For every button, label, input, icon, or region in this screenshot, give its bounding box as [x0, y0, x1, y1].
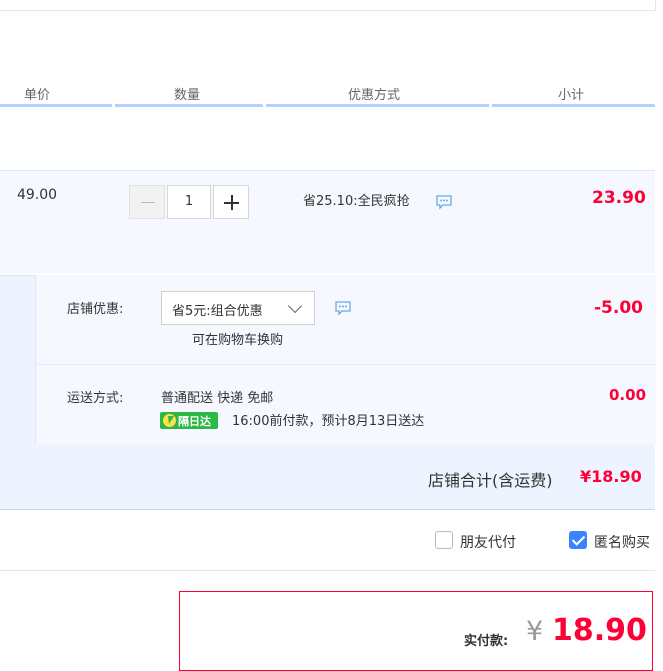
top-panel-edge [0, 0, 656, 11]
payment-amount: 18.90 [552, 613, 647, 648]
column-header-subtotal: 小计 [558, 88, 585, 103]
item-promotion: 省25.10:全民疯抢 [303, 194, 410, 209]
column-header-underline [115, 104, 263, 107]
shop-discount-amount: -5.00 [594, 298, 643, 318]
unit-price: 49.00 [17, 187, 58, 203]
item-subtotal: 23.90 [592, 188, 646, 208]
friend-pay-checkbox[interactable] [435, 531, 453, 549]
order-item-row [0, 170, 655, 273]
friend-pay-label[interactable]: 朋友代付 [460, 532, 516, 552]
badge-label: 隔日达 [178, 415, 211, 428]
quantity-increase-button[interactable] [213, 185, 249, 219]
chat-icon[interactable] [334, 300, 352, 316]
payment-label: 实付款: [464, 634, 509, 649]
shipping-label: 运送方式: [67, 391, 124, 406]
shop-total-amount: ¥18.90 [580, 467, 642, 486]
shop-total-label: 店铺合计(含运费) [428, 471, 553, 490]
delivery-estimate: 16:00前付款，预计8月13日送达 [232, 414, 425, 429]
anonymous-purchase-label[interactable]: 匿名购买 [594, 532, 650, 552]
column-header-quantity: 数量 [174, 88, 201, 103]
shop-discount-label: 店铺优惠: [67, 302, 124, 317]
anonymous-purchase-checkbox[interactable] [569, 531, 587, 549]
column-header-unit-price: 单价 [24, 88, 51, 103]
column-header-underline [0, 104, 112, 107]
column-header-underline [492, 104, 655, 107]
quantity-input[interactable]: 1 [167, 185, 211, 219]
shop-discount-selected: 省5元:组合优惠 [172, 304, 263, 319]
column-header-promotion: 优惠方式 [348, 88, 401, 103]
quantity-decrease-button[interactable] [129, 185, 165, 219]
shipping-method: 普通配送 快递 免邮 [161, 391, 274, 406]
divider [36, 364, 655, 365]
shipping-fee: 0.00 [609, 386, 647, 404]
lightning-icon [163, 414, 176, 427]
shop-discount-select[interactable]: 省5元:组合优惠 [161, 291, 315, 325]
currency-symbol: ¥ [526, 616, 544, 647]
chevron-down-icon [287, 298, 303, 314]
next-day-delivery-badge: 隔日达 [160, 412, 218, 429]
divider [0, 570, 655, 571]
chat-icon[interactable] [435, 194, 453, 210]
swap-note: 可在购物车换购 [192, 333, 284, 348]
column-header-underline [266, 104, 489, 107]
